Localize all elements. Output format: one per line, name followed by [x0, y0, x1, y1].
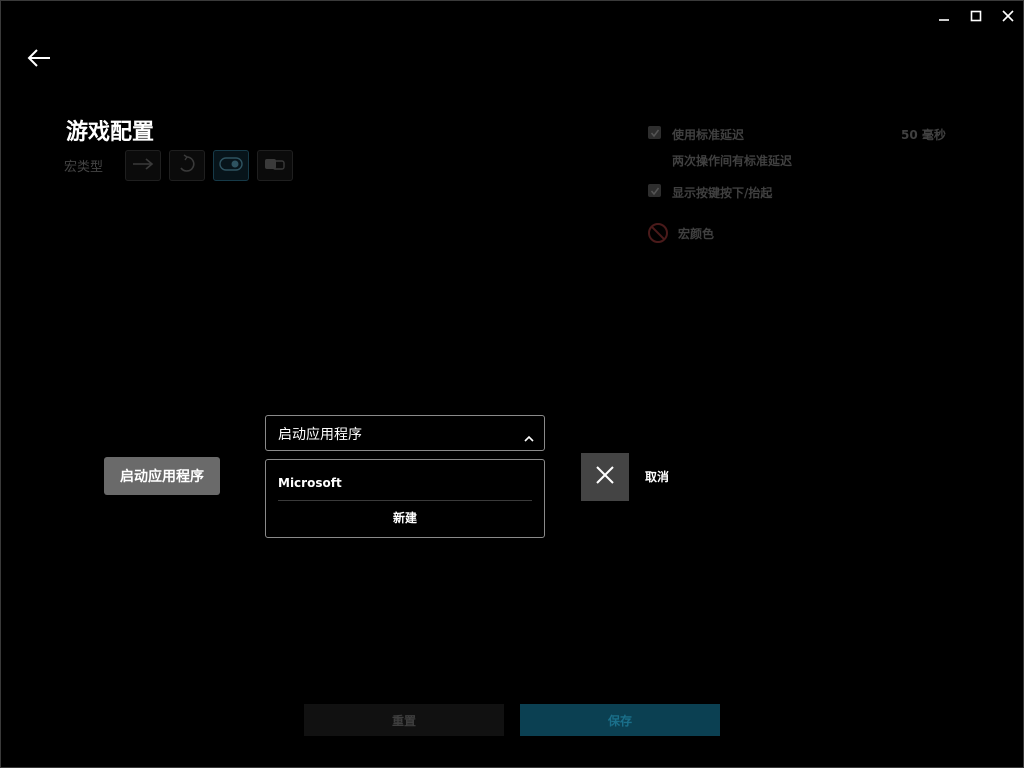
repeat-icon: [177, 153, 197, 178]
select-value: 启动应用程序: [278, 427, 362, 443]
standard-delay-label: 使用标准延迟: [672, 128, 745, 142]
back-arrow-icon[interactable]: [26, 46, 52, 70]
no-color-icon[interactable]: [647, 222, 669, 244]
macro-type-repeat-button[interactable]: [169, 150, 205, 181]
cancel-button[interactable]: [581, 453, 629, 501]
action-type-select[interactable]: 启动应用程序: [265, 415, 545, 451]
show-key-label: 显示按键按下/抬起: [672, 186, 773, 200]
minimize-icon[interactable]: [935, 8, 953, 24]
standard-delay-checkbox[interactable]: [648, 126, 661, 139]
save-button[interactable]: 保存: [520, 704, 720, 736]
launch-app-button[interactable]: 启动应用程序: [104, 457, 220, 495]
chevron-up-icon: [524, 428, 534, 447]
dropdown-menu: Microsoft 新建: [265, 459, 545, 538]
hold-icon: [264, 156, 286, 175]
new-button[interactable]: 新建: [266, 509, 544, 526]
cancel-label[interactable]: 取消: [645, 468, 669, 485]
page-title: 游戏配置: [66, 120, 155, 145]
macro-color-label: 宏颜色: [678, 227, 715, 241]
close-x-icon: [595, 465, 615, 489]
toggle-icon: [219, 156, 243, 175]
maximize-icon[interactable]: [967, 8, 985, 24]
macro-type-hold-button[interactable]: [257, 150, 293, 181]
close-icon[interactable]: [999, 8, 1017, 24]
dropdown-divider: [278, 500, 532, 501]
show-key-checkbox[interactable]: [648, 184, 661, 197]
arrow-right-icon: [132, 156, 154, 175]
standard-delay-description: 两次操作间有标准延迟: [672, 154, 793, 168]
macro-type-label: 宏类型: [64, 160, 104, 175]
dropdown-item-microsoft[interactable]: Microsoft: [278, 476, 342, 490]
reset-button[interactable]: 重置: [304, 704, 504, 736]
standard-delay-value: 50 毫秒: [901, 128, 946, 142]
macro-type-toggle-button[interactable]: [213, 150, 249, 181]
macro-type-sequence-button[interactable]: [125, 150, 161, 181]
